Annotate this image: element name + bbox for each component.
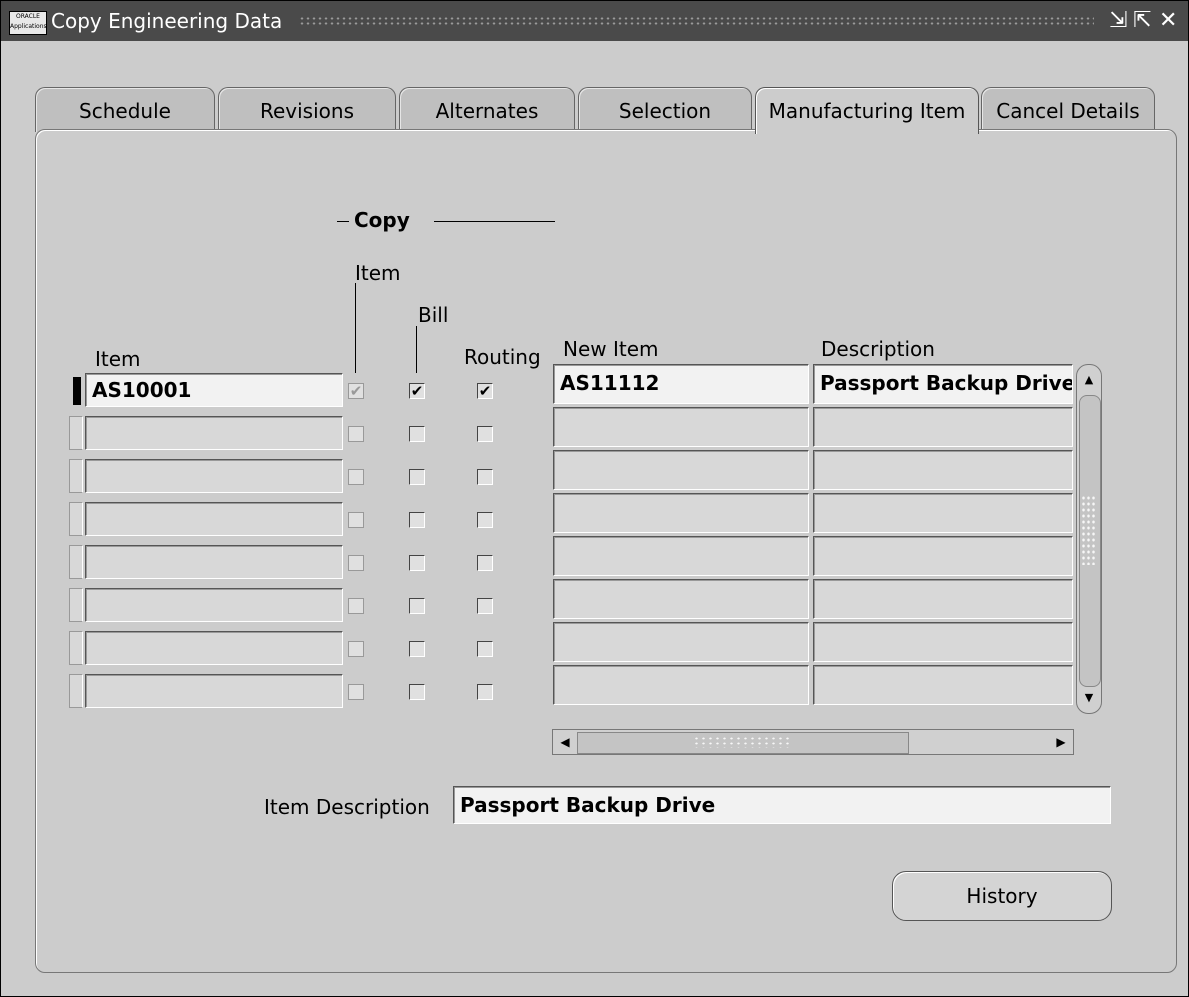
scroll-up-icon[interactable]: ▲	[1080, 371, 1098, 389]
record-indicator[interactable]	[69, 674, 83, 708]
copy-routing-checkbox[interactable]	[477, 684, 493, 700]
minimize-icon[interactable]: ⇲	[1109, 7, 1127, 35]
scroll-right-icon[interactable]: ▶	[1052, 733, 1070, 751]
copy-routing-checkbox[interactable]	[477, 512, 493, 528]
copy-item-checkbox	[348, 426, 364, 442]
record-indicator[interactable]	[69, 502, 83, 536]
description-field[interactable]	[813, 407, 1073, 447]
oracle-logo-icon: ORACLE Applications	[9, 11, 47, 35]
tab-revisions[interactable]: Revisions	[218, 87, 396, 132]
new-item-field[interactable]	[553, 536, 809, 576]
copy-item-checkbox	[348, 555, 364, 571]
record-indicator[interactable]	[69, 416, 83, 450]
window-title: Copy Engineering Data	[51, 9, 283, 33]
copy-item-checkbox	[348, 684, 364, 700]
copy-item-leader	[355, 283, 356, 373]
copy-item-checkbox	[348, 469, 364, 485]
copy-item-checkbox: ✔	[348, 382, 364, 400]
item-field[interactable]	[85, 588, 343, 622]
item-field[interactable]	[85, 674, 343, 708]
item-field[interactable]	[85, 545, 343, 579]
description-field[interactable]	[813, 622, 1073, 662]
tab-alternates[interactable]: Alternates	[399, 87, 575, 132]
copy-routing-header: Routing	[464, 345, 541, 369]
item-description-field[interactable]: Passport Backup Drive	[453, 786, 1111, 824]
record-indicator[interactable]	[69, 545, 83, 579]
item-field[interactable]	[85, 459, 343, 493]
copy-bill-checkbox[interactable]	[409, 641, 425, 657]
copy-engineering-data-window: ORACLE Applications Copy Engineering Dat…	[0, 0, 1189, 997]
new-item-field[interactable]	[553, 407, 809, 447]
record-indicator[interactable]	[69, 588, 83, 622]
copy-bill-leader	[416, 326, 417, 373]
history-button[interactable]: History	[892, 871, 1112, 921]
record-indicator[interactable]	[69, 631, 83, 665]
close-icon[interactable]: ✕	[1159, 7, 1177, 35]
description-field[interactable]	[813, 665, 1073, 705]
horizontal-scrollbar[interactable]: ◀ ▶	[552, 729, 1074, 755]
scroll-down-icon[interactable]: ▼	[1080, 689, 1098, 707]
item-column-header: Item	[95, 347, 141, 371]
vertical-scrollbar[interactable]: ▲ ▼	[1076, 364, 1102, 714]
copy-routing-checkbox[interactable]	[477, 598, 493, 614]
copy-bill-checkbox[interactable]	[409, 469, 425, 485]
tab-manufacturing-item[interactable]: Manufacturing Item	[755, 87, 979, 134]
new-item-field[interactable]: AS11112	[553, 364, 809, 404]
new-item-field[interactable]	[553, 493, 809, 533]
copy-group-line-left	[337, 221, 349, 222]
description-field[interactable]	[813, 450, 1073, 490]
copy-bill-checkbox[interactable]	[409, 555, 425, 571]
copy-routing-checkbox[interactable]: ✔	[477, 383, 493, 399]
current-record-indicator[interactable]	[73, 377, 81, 405]
tab-selection[interactable]: Selection	[578, 87, 752, 132]
copy-item-header: Item	[355, 261, 401, 285]
item-field[interactable]	[85, 416, 343, 450]
copy-routing-checkbox[interactable]	[477, 555, 493, 571]
new-item-column-header: New Item	[563, 337, 659, 361]
copy-item-checkbox	[348, 598, 364, 614]
copy-routing-checkbox[interactable]	[477, 426, 493, 442]
new-item-field[interactable]	[553, 579, 809, 619]
horizontal-scroll-grip	[693, 736, 793, 748]
tab-cancel-details[interactable]: Cancel Details	[981, 87, 1155, 132]
copy-group-line-right	[434, 221, 555, 222]
item-description-label: Item Description	[264, 795, 430, 819]
copy-routing-checkbox[interactable]	[477, 641, 493, 657]
scroll-left-icon[interactable]: ◀	[556, 733, 574, 751]
item-field[interactable]	[85, 502, 343, 536]
title-bar-grip	[299, 16, 1094, 26]
vertical-scroll-grip	[1081, 495, 1095, 565]
new-item-field[interactable]	[553, 450, 809, 490]
copy-routing-checkbox[interactable]	[477, 469, 493, 485]
description-field[interactable]	[813, 536, 1073, 576]
copy-item-checkbox	[348, 512, 364, 528]
copy-bill-checkbox[interactable]	[409, 598, 425, 614]
description-field[interactable]: Passport Backup Drive	[813, 364, 1073, 404]
item-field[interactable]: AS10001	[85, 373, 343, 407]
copy-bill-checkbox[interactable]	[409, 426, 425, 442]
maximize-icon[interactable]: ⇱	[1133, 7, 1151, 35]
copy-group-label: Copy	[354, 208, 410, 232]
copy-bill-checkbox[interactable]: ✔	[409, 383, 425, 399]
copy-bill-checkbox[interactable]	[409, 512, 425, 528]
description-column-header: Description	[821, 337, 935, 361]
description-field[interactable]	[813, 493, 1073, 533]
copy-bill-header: Bill	[418, 303, 449, 327]
new-item-field[interactable]	[553, 622, 809, 662]
copy-bill-checkbox[interactable]	[409, 684, 425, 700]
title-bar[interactable]: ORACLE Applications Copy Engineering Dat…	[1, 1, 1188, 41]
item-field[interactable]	[85, 631, 343, 665]
new-item-field[interactable]	[553, 665, 809, 705]
copy-item-checkbox	[348, 641, 364, 657]
description-field[interactable]	[813, 579, 1073, 619]
tab-schedule[interactable]: Schedule	[35, 87, 215, 132]
record-indicator[interactable]	[69, 459, 83, 493]
